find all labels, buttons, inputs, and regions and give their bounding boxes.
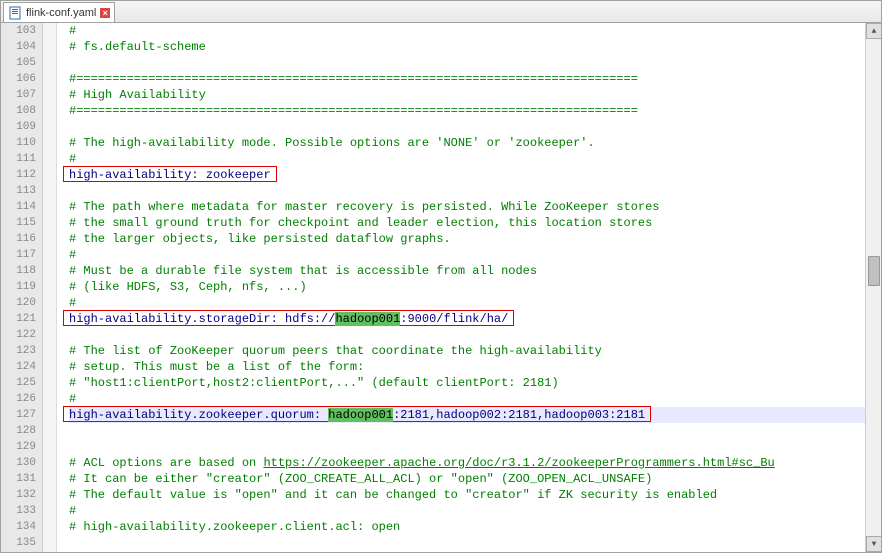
line-number: 123: [1, 343, 36, 359]
line-number: 117: [1, 247, 36, 263]
code-line: [69, 423, 865, 439]
line-number: 115: [1, 215, 36, 231]
vertical-scrollbar[interactable]: ▲ ▼: [865, 23, 881, 552]
code-line: # "host1:clientPort,host2:clientPort,...…: [69, 375, 865, 391]
line-number: 113: [1, 183, 36, 199]
code-line: #: [69, 23, 865, 39]
editor-window: flink-conf.yaml × 1031041051061071081091…: [0, 0, 882, 553]
code-line: [69, 183, 865, 199]
code-line: [69, 535, 865, 551]
line-number: 130: [1, 455, 36, 471]
code-line: #: [69, 295, 865, 311]
code-line: #: [69, 391, 865, 407]
line-number: 104: [1, 39, 36, 55]
line-number: 109: [1, 119, 36, 135]
code-line: # It can be either "creator" (ZOO_CREATE…: [69, 471, 865, 487]
line-number: 133: [1, 503, 36, 519]
line-number: 107: [1, 87, 36, 103]
line-number: 119: [1, 279, 36, 295]
line-number: 121: [1, 311, 36, 327]
code-line: # the larger objects, like persisted dat…: [69, 231, 865, 247]
file-tab[interactable]: flink-conf.yaml ×: [3, 2, 115, 22]
file-icon: [8, 6, 22, 20]
code-line: [69, 439, 865, 455]
line-number: 122: [1, 327, 36, 343]
code-line: # High Availability: [69, 87, 865, 103]
line-number: 116: [1, 231, 36, 247]
line-number: 135: [1, 535, 36, 551]
line-number: 120: [1, 295, 36, 311]
line-number: 112: [1, 167, 36, 183]
code-line: # The high-availability mode. Possible o…: [69, 135, 865, 151]
code-line: # high-availability.zookeeper.client.acl…: [69, 519, 865, 535]
line-number: 114: [1, 199, 36, 215]
code-line: # Must be a durable file system that is …: [69, 263, 865, 279]
line-number: 105: [1, 55, 36, 71]
scroll-up-arrow[interactable]: ▲: [866, 23, 881, 39]
scroll-down-arrow[interactable]: ▼: [866, 536, 881, 552]
code-line: [69, 327, 865, 343]
line-number: 132: [1, 487, 36, 503]
line-number: 131: [1, 471, 36, 487]
close-icon[interactable]: ×: [100, 8, 110, 18]
editor-body: 1031041051061071081091101111121131141151…: [1, 23, 881, 552]
code-line: high-availability.zookeeper.quorum: hado…: [69, 407, 865, 423]
code-line: # (like HDFS, S3, Ceph, nfs, ...): [69, 279, 865, 295]
code-line: # setup. This must be a list of the form…: [69, 359, 865, 375]
scroll-thumb[interactable]: [868, 256, 880, 286]
tab-bar: flink-conf.yaml ×: [1, 1, 881, 23]
code-line: # The path where metadata for master rec…: [69, 199, 865, 215]
code-line: #: [69, 503, 865, 519]
code-line: high-availability.storageDir: hdfs://had…: [69, 311, 865, 327]
line-number: 103: [1, 23, 36, 39]
line-number: 129: [1, 439, 36, 455]
tab-filename: flink-conf.yaml: [26, 7, 96, 19]
code-line: # the small ground truth for checkpoint …: [69, 215, 865, 231]
line-number: 126: [1, 391, 36, 407]
line-number: 110: [1, 135, 36, 151]
code-line: #=======================================…: [69, 103, 865, 119]
line-number: 127: [1, 407, 36, 423]
line-number-gutter: 1031041051061071081091101111121131141151…: [1, 23, 43, 552]
line-number: 118: [1, 263, 36, 279]
code-line: #=======================================…: [69, 71, 865, 87]
code-area[interactable]: ## fs.default-scheme#===================…: [57, 23, 865, 552]
line-number: 111: [1, 151, 36, 167]
line-number: 125: [1, 375, 36, 391]
code-line: high-availability: zookeeper: [69, 167, 865, 183]
fold-column: [43, 23, 57, 552]
code-line: # fs.default-scheme: [69, 39, 865, 55]
line-number: 128: [1, 423, 36, 439]
code-line: [69, 119, 865, 135]
line-number: 124: [1, 359, 36, 375]
line-number: 134: [1, 519, 36, 535]
code-line: # ACL options are based on https://zooke…: [69, 455, 865, 471]
code-line: # The default value is "open" and it can…: [69, 487, 865, 503]
code-line: # The list of ZooKeeper quorum peers tha…: [69, 343, 865, 359]
code-line: [69, 55, 865, 71]
code-line: #: [69, 151, 865, 167]
line-number: 106: [1, 71, 36, 87]
code-line: #: [69, 247, 865, 263]
line-number: 108: [1, 103, 36, 119]
